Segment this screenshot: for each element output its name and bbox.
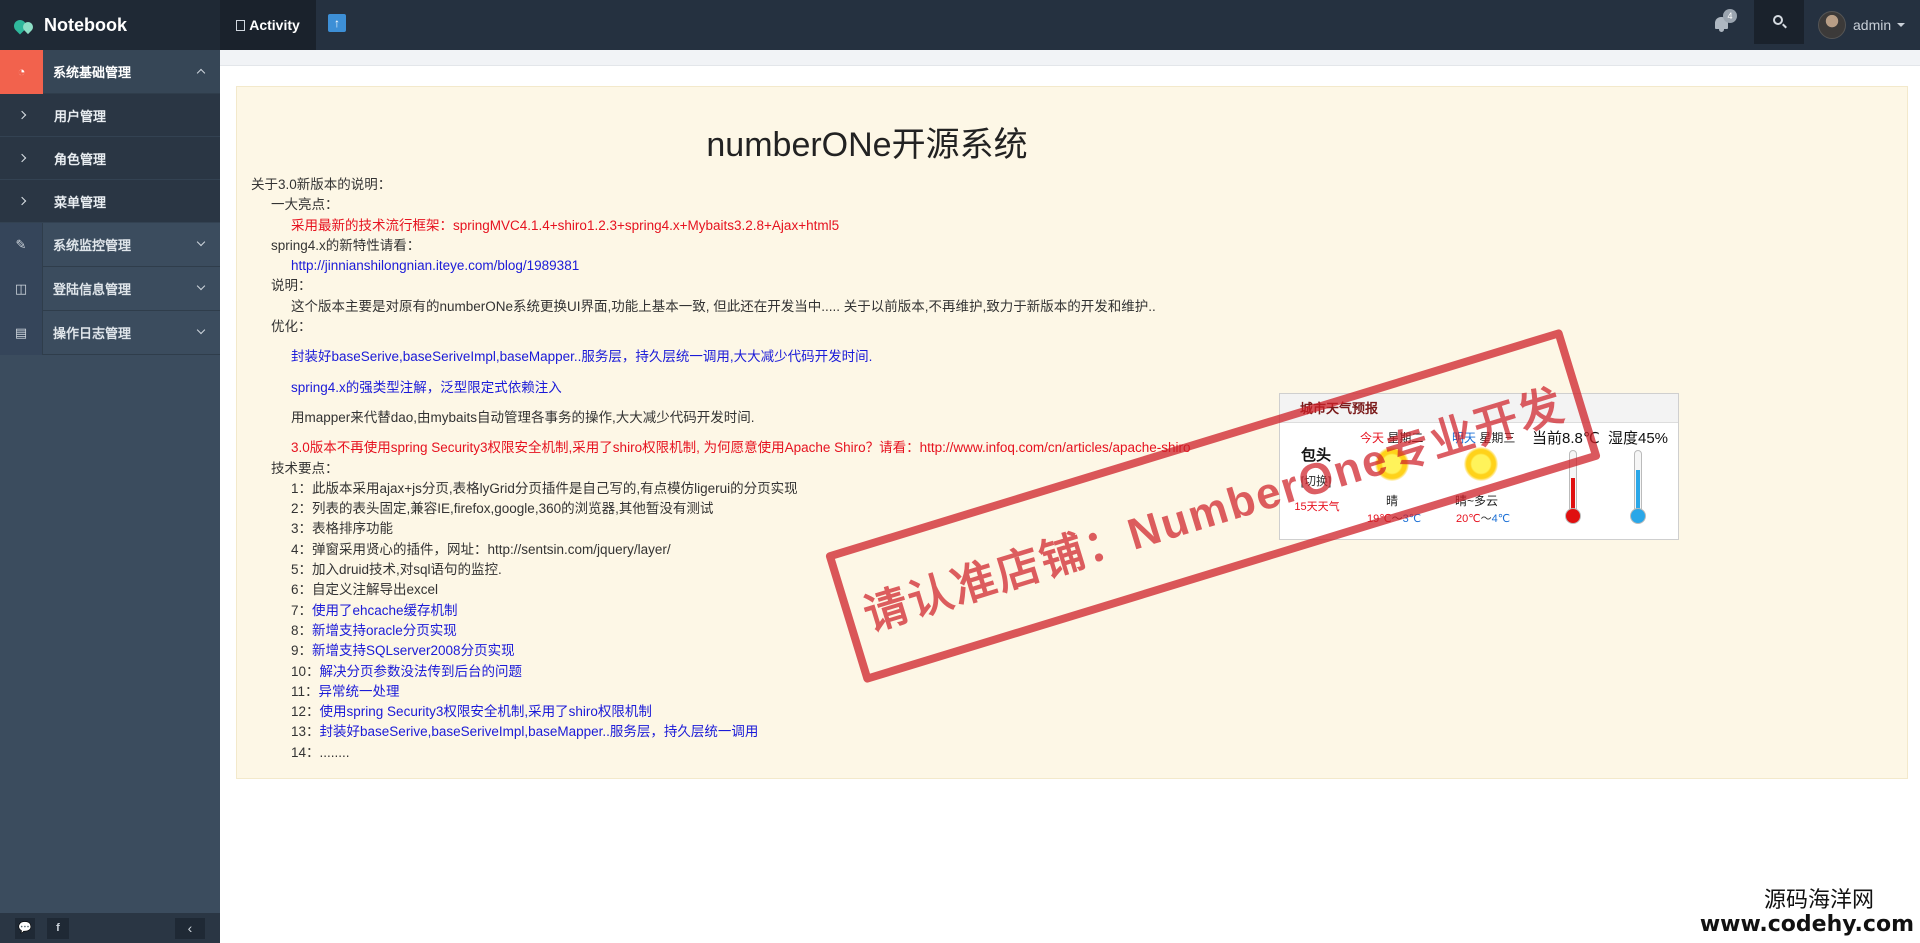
tech-point-num: 11： [291, 683, 319, 699]
user-menu[interactable]: admin [1818, 10, 1906, 40]
chevron-right-icon [0, 110, 43, 120]
tech-point: 11：异常统一处理 [251, 682, 1191, 702]
upload-icon[interactable]: ↑ [328, 14, 346, 32]
tablet-icon [236, 19, 246, 31]
sidebar-item-users[interactable]: 用户管理 [0, 94, 220, 137]
section-tech-points: 技术要点： [271, 460, 339, 476]
optimization-item: 3.0版本不再使用spring Security3权限安全机制,采用了shiro… [291, 440, 1191, 456]
tech-point-num: 14： [291, 744, 320, 760]
site-watermark-url: www.codehy.com [1699, 912, 1914, 937]
brand-logo[interactable]: Notebook [0, 0, 220, 50]
sidebar-group-login-info[interactable]: ◫ 登陆信息管理 [0, 266, 220, 311]
tech-point-num: 9： [291, 643, 313, 659]
release-notes: 关于3.0新版本的说明： 一大亮点： 采用最新的技术流行框架：springMVC… [251, 175, 1191, 763]
section-highlight: 一大亮点： [271, 197, 339, 213]
sidebar-item-label: 用户管理 [54, 108, 107, 124]
book-icon: ▤ [0, 310, 43, 355]
sidebar: ◔ 系统基础管理 用户管理 角色管理 菜单管理 ✎ 系统监控管理 ◫ 登陆信息管… [0, 49, 220, 943]
description-text: 这个版本主要是对原有的numberONe系统更换UI界面,功能上基本一致, 但此… [291, 298, 1156, 314]
tech-point: 13：封装好baseSerive,baseSeriveImpl,baseMapp… [251, 722, 1191, 742]
page-title: numberONe开源系统 [706, 126, 1028, 164]
sidebar-item-label: 角色管理 [54, 151, 107, 167]
notebook-logo-icon [14, 17, 36, 33]
tech-point-text: 解决分页参数没法传到后台的问题 [319, 663, 523, 679]
tech-point-num: 13： [291, 724, 320, 740]
humidity: 湿度45% [1608, 430, 1669, 447]
collapse-sidebar-icon[interactable]: ‹ [175, 918, 205, 939]
tech-point: 14：........ [251, 743, 1191, 763]
highlight-text: 采用最新的技术流行框架：springMVC4.1.4+shiro1.2.3+sp… [291, 217, 840, 233]
site-watermark-title: 源码海洋网 [1763, 888, 1874, 913]
content-header-strip [220, 50, 1920, 66]
top-navbar: Notebook Activity ↑ 4 admin [0, 0, 1920, 50]
sidebar-group-oplog[interactable]: ▤ 操作日志管理 [0, 310, 220, 355]
dashboard-icon: ◔ [0, 49, 43, 94]
tomorrow-low: 4℃ [1491, 513, 1511, 525]
spring-features-link[interactable]: http://jinnianshilongnian.iteye.com/blog… [251, 256, 1191, 276]
avatar [1818, 11, 1846, 39]
optimization-item: 封装好baseSerive,baseSeriveImpl,baseMapper.… [291, 349, 873, 365]
sidebar-item-menus[interactable]: 菜单管理 [0, 180, 220, 223]
chevron-right-icon [0, 153, 43, 163]
notification-badge: 4 [1723, 9, 1737, 23]
optimization-item: 用mapper来代替dao,由mybaits自动管理各事务的操作,大大减少代码开… [291, 409, 755, 425]
facebook-icon[interactable]: f [47, 918, 69, 939]
sidebar-group-label: 登陆信息管理 [53, 282, 132, 297]
tech-point: 12：使用spring Security3权限安全机制,采用了shiro权限机制 [251, 702, 1191, 722]
tech-point-text: 新增支持oracle分页实现 [312, 622, 457, 638]
tech-point-text: 使用spring Security3权限安全机制,采用了shiro权限机制 [319, 704, 652, 720]
tech-point-num: 7： [291, 602, 313, 618]
columns-icon: ◫ [0, 266, 43, 311]
sidebar-group-label: 操作日志管理 [53, 326, 132, 341]
nav-activity-tab[interactable]: Activity [220, 0, 316, 50]
caret-down-icon [1897, 23, 1906, 27]
tech-point: 9：新增支持SQLserver2008分页实现 [251, 641, 1191, 661]
sidebar-group-monitor[interactable]: ✎ 系统监控管理 [0, 222, 220, 267]
tech-point-num: 8： [291, 622, 313, 638]
nav-activity-label: Activity [249, 17, 300, 33]
humidity-gauge-icon [1630, 450, 1646, 526]
sidebar-item-label: 菜单管理 [54, 194, 107, 210]
tech-point-text: ........ [319, 744, 350, 760]
chat-icon[interactable]: 💬 [15, 918, 35, 939]
tech-point-text: 使用了ehcache缓存机制 [312, 602, 458, 618]
tech-point-text: 异常统一处理 [318, 683, 400, 699]
notes-heading: 关于3.0新版本的说明： [251, 177, 392, 192]
tech-point-text: 新增支持SQLserver2008分页实现 [312, 643, 515, 659]
section-optimization: 优化： [271, 319, 312, 335]
optimization-item: spring4.x的强类型注解，泛型限定式依赖注入 [291, 379, 562, 395]
tech-point-text: 封装好baseSerive,baseSeriveImpl,baseMapper.… [319, 724, 759, 740]
brand-title: Notebook [44, 14, 127, 35]
tomorrow-high: 20℃ [1456, 513, 1481, 525]
sidebar-group-basic[interactable]: ◔ 系统基础管理 [0, 49, 220, 94]
spring-features-label: spring4.x的新特性请看： [271, 237, 421, 253]
tomorrow-sep: ～ [1480, 513, 1492, 525]
sidebar-group-label: 系统基础管理 [53, 65, 132, 80]
user-name: admin [1853, 17, 1892, 33]
tech-point-num: 10： [291, 663, 320, 679]
chevron-right-icon [0, 196, 43, 206]
sidebar-item-roles[interactable]: 角色管理 [0, 137, 220, 180]
sidebar-group-label: 系统监控管理 [53, 238, 132, 253]
tech-point-num: 12： [291, 704, 320, 720]
section-description: 说明： [271, 278, 312, 294]
edit-icon: ✎ [0, 222, 43, 267]
search-button[interactable] [1754, 0, 1804, 44]
sidebar-footer: 💬 f ‹ [0, 913, 220, 943]
tech-point: 10：解决分页参数没法传到后台的问题 [251, 662, 1191, 682]
tomorrow-temp: 20℃～4℃ [1456, 510, 1510, 526]
